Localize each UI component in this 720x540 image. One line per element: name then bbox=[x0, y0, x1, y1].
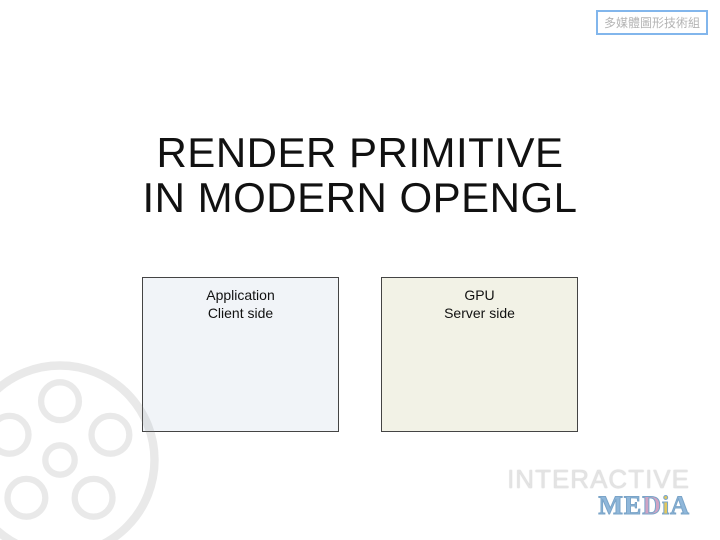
title-line-2: IN MODERN OPENGL bbox=[142, 174, 577, 221]
title-line-1: RENDER PRIMITIVE bbox=[156, 129, 563, 176]
brand-line-2: MEDiA bbox=[507, 493, 690, 519]
course-tag: 多媒體圖形技術組 bbox=[596, 10, 708, 35]
box-right-line1: GPU bbox=[464, 287, 494, 303]
brand-logo: INTERACTIVE MEDiA bbox=[507, 466, 690, 518]
brand-line-1: INTERACTIVE bbox=[507, 466, 690, 492]
reel-icon bbox=[0, 355, 165, 540]
box-right-line2: Server side bbox=[444, 305, 515, 321]
box-application-client: Application Client side bbox=[142, 277, 339, 432]
box-left-line2: Client side bbox=[208, 305, 273, 321]
slide-title: RENDER PRIMITIVE IN MODERN OPENGL bbox=[0, 130, 720, 221]
box-left-line1: Application bbox=[206, 287, 275, 303]
box-gpu-server: GPU Server side bbox=[381, 277, 578, 432]
